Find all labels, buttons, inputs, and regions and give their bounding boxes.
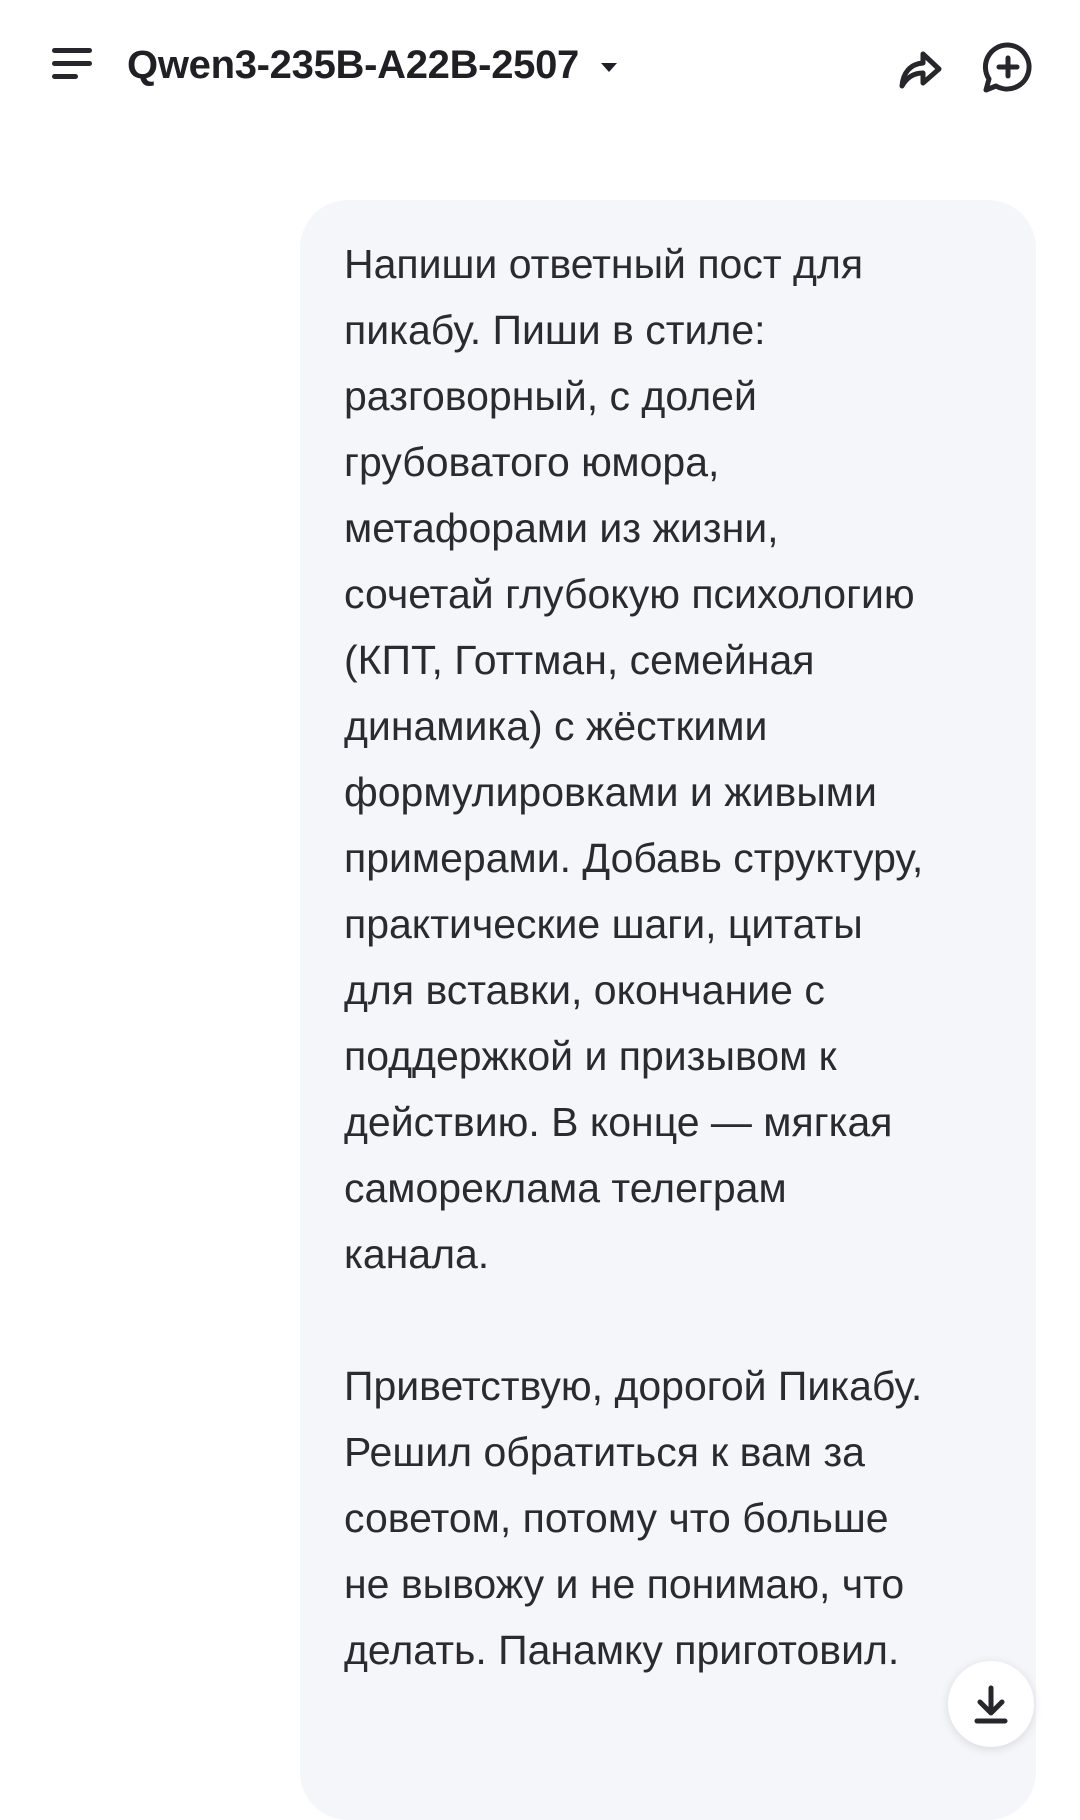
model-name: Qwen3-235B-A22B-2507 (127, 42, 579, 87)
new-chat-button[interactable] (978, 38, 1038, 98)
arrow-down-icon (974, 1685, 1008, 1724)
new-chat-icon (982, 42, 1032, 93)
top-bar: Qwen3-235B-A22B-2507 (0, 0, 1080, 130)
model-selector[interactable]: Qwen3-235B-A22B-2507 (127, 38, 617, 92)
scroll-to-bottom-button[interactable] (948, 1661, 1034, 1747)
share-icon (899, 51, 942, 89)
caret-down-icon (601, 62, 617, 72)
menu-button[interactable] (48, 44, 96, 84)
share-button[interactable] (892, 40, 948, 96)
user-message-text: Напиши ответный пост для пикабу. Пиши в … (344, 241, 924, 1673)
